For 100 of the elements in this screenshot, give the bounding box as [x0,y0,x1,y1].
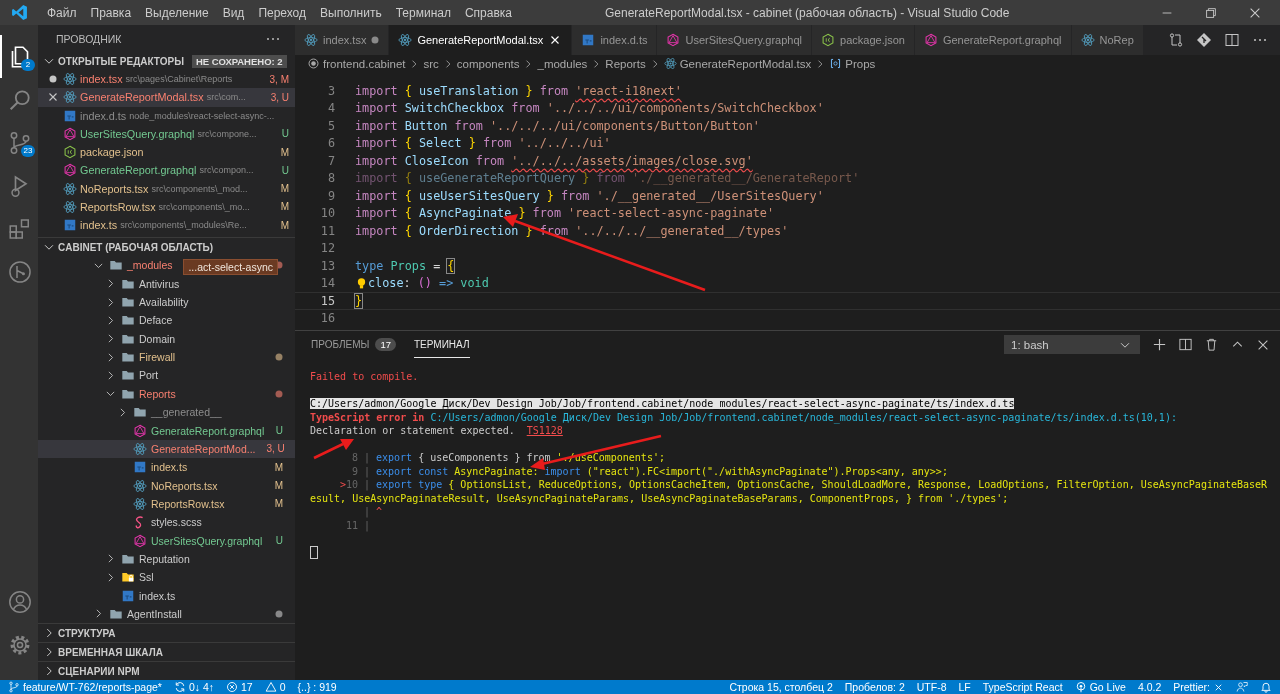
status-item[interactable]: 0 [264,681,286,693]
editor-tab[interactable]: index.tsx [295,25,390,55]
tree-item[interactable]: _modules [127,259,173,272]
menu-item[interactable]: Переход [251,5,314,20]
status-item[interactable] [1236,681,1248,693]
status-item[interactable]: Go Live [1074,681,1126,693]
file-path: src\compone... [197,128,257,139]
file-icon [63,218,77,233]
editor-tab[interactable]: GenerateReport.graphql [914,25,1072,55]
tree-item[interactable]: Firewall [139,351,176,364]
open-editor-item[interactable]: GenerateReport.graphql src\compon... U [38,161,295,180]
tree-item[interactable]: __generated__ [151,406,222,419]
split-icon[interactable] [1178,337,1193,352]
branch-icon[interactable] [8,130,32,155]
status-item[interactable]: Строка 15, столбец 2 [729,681,833,693]
search-icon[interactable] [8,87,32,112]
git-status: 3, U [266,443,285,455]
status-item[interactable]: Prettier: [1173,681,1224,693]
open-editor-item[interactable]: GenerateReportModal.tsx src\com... 3, U [38,88,295,107]
tree-item[interactable]: Ssl [139,571,154,584]
panel-tab[interactable]: ПРОБЛЕМЫ 17 [311,331,396,358]
tree-item[interactable]: Reports [139,387,176,400]
warning-icon [264,681,277,693]
tree-item[interactable]: index.ts [151,461,188,474]
tree-item[interactable]: styles.scss [151,516,202,529]
restore-icon[interactable] [1204,5,1218,20]
breadcrumb-item[interactable]: _modules [537,57,588,70]
breadcrumb-item[interactable]: GenerateReportModal.tsx [679,57,812,70]
section-title[interactable]: ОТКРЫТЫЕ РЕДАКТОРЫ [58,55,184,67]
line-number: 4 [326,101,335,116]
section-title[interactable]: CABINET (РАБОЧАЯ ОБЛАСТЬ) [58,241,214,253]
status-item[interactable]: UTF-8 [916,681,947,693]
menu-item[interactable]: Выполнить [313,5,389,20]
tree-item[interactable]: Reputation [139,552,190,565]
tree-item[interactable]: ReportsRow.tsx [151,497,225,510]
git-status: U [275,425,283,436]
menu-item[interactable]: Справка [457,5,519,20]
editor-tab[interactable]: NoRep [1071,25,1144,55]
breadcrumb-item[interactable]: Props [845,57,876,70]
terminal-select[interactable]: 1: bash [1004,335,1140,354]
tree-item[interactable]: NoReports.tsx [151,479,218,492]
open-editor-item[interactable]: NoReports.tsx src\components\_mod... M [38,179,295,198]
open-editor-item[interactable]: index.ts src\components\_modules\Re... M [38,216,295,235]
open-editor-item[interactable]: UserSitesQuery.graphql src\compone... U [38,124,295,143]
section-title[interactable]: СЦЕНАРИИ NPM [58,665,140,677]
tree-item[interactable]: Antivirus [139,277,180,290]
menu-item[interactable]: Файл [40,5,84,20]
plus-icon[interactable] [1152,337,1167,352]
status-item[interactable] [1260,681,1272,693]
trash-icon[interactable] [1204,337,1219,352]
breadcrumb-item[interactable]: components [456,57,520,70]
branch-circle-icon[interactable] [8,259,32,284]
menu-item[interactable]: Выделение [138,5,216,20]
git-status: M [280,183,289,195]
selected-row[interactable]: GenerateReportMod... 3, U [38,439,295,459]
tree-item[interactable]: Port [139,369,159,382]
breadcrumb-item[interactable]: src [423,57,439,70]
section-title[interactable]: СТРУКТУРА [58,627,116,639]
split-icon[interactable] [1224,32,1240,48]
status-item[interactable]: 17 [226,681,253,693]
code-token: { [404,223,413,238]
editor-tab[interactable]: GenerateReportModal.tsx [389,25,573,55]
open-editor-item[interactable]: index.d.ts node_modules\react-select-async-... [38,106,295,125]
tree-item[interactable]: index.ts [139,589,176,602]
panel-tab[interactable]: ТЕРМИНАЛ [414,331,470,358]
tree-item[interactable]: UserSitesQuery.graphql [151,534,263,547]
tree-item[interactable]: GenerateReportMod... [151,442,256,455]
status-item[interactable]: feature/WT-762/reports-page* [8,681,162,693]
breadcrumb-item[interactable]: frontend.cabinet [323,57,406,70]
status-item[interactable]: LF [958,681,971,693]
tree-item[interactable]: Availability [139,296,189,309]
diamond-icon[interactable] [1196,32,1212,48]
logo-icon [11,4,28,21]
code-token: import [355,223,399,238]
status-item[interactable]: TypeScript React [982,681,1063,693]
account-icon[interactable] [8,589,32,614]
status-item[interactable]: {..} : 919 [297,681,337,693]
compare-icon[interactable] [1168,32,1184,48]
bell-icon [1260,681,1272,693]
section-title[interactable]: ВРЕМЕННАЯ ШКАЛА [58,646,163,658]
editor-tab[interactable]: UserSitesQuery.graphql [657,25,813,55]
status-item[interactable]: Пробелов: 2 [844,681,905,693]
menu-item[interactable]: Правка [83,5,139,20]
editor-tab[interactable]: index.d.ts [572,25,658,55]
tree-item[interactable]: Domain [139,332,176,345]
status-item[interactable]: 4.0.2 [1137,681,1162,693]
lightbulb-icon[interactable] [355,276,368,290]
open-editor-item[interactable]: package.json M [38,143,295,162]
tree-item[interactable]: AgentInstall [127,607,182,620]
blocks-icon[interactable] [8,216,32,241]
menu-item[interactable]: Вид [215,5,252,20]
tree-item[interactable]: GenerateReport.graphql [151,424,265,437]
open-editor-item[interactable]: ReportsRow.tsx src\components\_mo... M [38,197,295,216]
editor-tab[interactable]: package.json [812,25,915,55]
open-editor-item[interactable]: index.tsx src\pages\Cabinet\Reports 3, M [38,70,295,89]
tree-item[interactable]: Deface [139,314,173,327]
menu-item[interactable]: Терминал [388,5,458,20]
breadcrumb-item[interactable]: Reports [605,57,646,70]
code-token: useGenerateReportQuery [418,171,577,186]
status-item[interactable]: 0↓ 4↑ [173,681,214,693]
